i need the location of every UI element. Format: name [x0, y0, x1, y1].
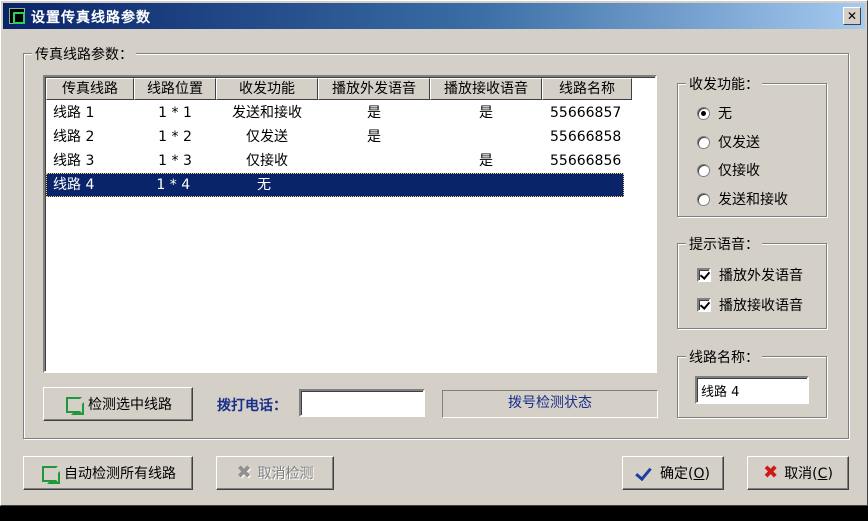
column-header-position[interactable]: 线路位置	[134, 78, 216, 100]
title-bar[interactable]: 设置传真线路参数 ✕	[3, 3, 865, 29]
cell-line: 线路 3	[53, 153, 95, 169]
radio-function-none[interactable]: 无	[697, 103, 732, 123]
checkbox-outgoing-voice-box[interactable]	[697, 268, 711, 282]
voice-prompt-label: 提示语音：	[686, 234, 762, 254]
table-row[interactable]: 线路 1 1 * 1 发送和接收 是 是 55666857	[46, 101, 632, 125]
cell-incoming-voice	[425, 173, 535, 197]
cell-line: 线路 1	[53, 105, 95, 121]
detect-selected-line-button[interactable]: 检测选中线路	[43, 387, 193, 421]
column-header-outgoing-voice[interactable]: 播放外发语音	[318, 78, 430, 100]
cancel-button[interactable]: ✖ 取消(C)	[747, 456, 849, 490]
close-button[interactable]: ✕	[843, 7, 861, 25]
cell-line-name: 55666857	[550, 105, 622, 121]
checkmark-icon	[636, 464, 654, 482]
line-name-input[interactable]	[695, 376, 809, 404]
column-header-incoming-voice[interactable]: 播放接收语音	[430, 78, 542, 100]
radio-send-only-label: 仅发送	[718, 135, 760, 151]
dial-phone-input[interactable]	[299, 389, 425, 417]
radio-none-dot[interactable]	[697, 106, 710, 120]
table-row[interactable]: 线路 2 1 * 2 仅发送 是 55666858	[46, 125, 632, 149]
radio-none-label: 无	[718, 106, 732, 122]
fax-line-settings-dialog: 设置传真线路参数 ✕ 传真线路参数： 传真线路 线路位置 收发功能 播放外发语音…	[0, 0, 868, 506]
auto-detect-all-label: 自动检测所有线路	[64, 466, 176, 482]
column-header-line-name[interactable]: 线路名称	[542, 78, 632, 100]
table-row-selected[interactable]: 线路 4 1 * 4 无	[46, 173, 624, 197]
radio-send-receive-dot[interactable]	[697, 192, 710, 206]
table-row[interactable]: 线路 3 1 * 3 仅接收 是 55666856	[46, 149, 632, 173]
cell-line: 线路 2	[53, 129, 95, 145]
checkbox-incoming-voice[interactable]: 播放接收语音	[697, 295, 803, 315]
radio-function-send-only[interactable]: 仅发送	[697, 132, 760, 152]
column-header-function[interactable]: 收发功能	[216, 78, 318, 100]
detect-selected-line-label: 检测选中线路	[88, 397, 172, 413]
function-group-label: 收发功能：	[686, 74, 762, 94]
cell-position: 1 * 4	[156, 177, 191, 193]
network-icon	[40, 464, 60, 484]
cell-position: 1 * 2	[158, 129, 192, 145]
cell-function: 无	[256, 177, 271, 193]
voice-prompt-group: 提示语音：	[677, 234, 827, 329]
cancel-detect-label: 取消检测	[257, 466, 314, 482]
cell-incoming-voice	[430, 125, 542, 149]
cell-outgoing-voice	[314, 173, 424, 197]
cell-function: 仅发送	[246, 129, 288, 145]
table-body: 线路 1 1 * 1 发送和接收 是 是 55666857 线路 2 1 * 2…	[46, 101, 632, 197]
cell-incoming-voice: 是	[479, 153, 493, 169]
radio-receive-only-dot[interactable]	[697, 163, 710, 177]
cell-position: 1 * 1	[158, 105, 192, 121]
network-icon	[64, 395, 84, 415]
cancel-x-icon: ✖	[236, 462, 252, 483]
cell-line-name: 55666856	[550, 153, 622, 169]
cell-incoming-voice: 是	[479, 105, 493, 121]
column-header-line[interactable]: 传真线路	[46, 78, 134, 100]
cell-position: 1 * 3	[158, 153, 192, 169]
cell-line: 线路 4	[53, 177, 95, 193]
radio-function-receive-only[interactable]: 仅接收	[697, 160, 760, 180]
radio-function-send-receive[interactable]: 发送和接收	[697, 189, 788, 209]
cell-outgoing-voice: 是	[367, 129, 381, 145]
window-title: 设置传真线路参数	[31, 10, 151, 26]
cancel-detect-button[interactable]: ✖ 取消检测	[216, 456, 334, 490]
line-name-group-label: 线路名称：	[686, 347, 762, 367]
cancel-label: 取消(C)	[784, 466, 833, 482]
checkbox-outgoing-voice[interactable]: 播放外发语音	[697, 265, 803, 285]
radio-receive-only-label: 仅接收	[718, 163, 760, 179]
checkbox-outgoing-voice-label: 播放外发语音	[719, 268, 803, 284]
fax-line-params-label: 传真线路参数：	[32, 44, 136, 64]
cell-outgoing-voice	[318, 149, 430, 173]
fax-line-table[interactable]: 传真线路 线路位置 收发功能 播放外发语音 播放接收语音 线路名称 线路 1 1…	[43, 75, 657, 373]
radio-send-only-dot[interactable]	[697, 135, 710, 149]
auto-detect-all-button[interactable]: 自动检测所有线路	[23, 456, 193, 490]
ok-button[interactable]: 确定(O)	[622, 456, 724, 490]
cell-function: 发送和接收	[232, 105, 302, 121]
ok-label: 确定(O)	[660, 466, 710, 482]
cell-line-name	[535, 173, 624, 197]
cell-outgoing-voice: 是	[367, 105, 381, 121]
dial-phone-label: 拨打电话：	[217, 398, 287, 414]
cell-function: 仅接收	[246, 153, 288, 169]
radio-send-receive-label: 发送和接收	[718, 192, 788, 208]
cell-line-name: 55666858	[550, 129, 622, 145]
checkbox-incoming-voice-box[interactable]	[697, 298, 711, 312]
checkbox-incoming-voice-label: 播放接收语音	[719, 298, 803, 314]
app-icon	[9, 8, 25, 24]
dial-status-display: 拨号检测状态	[442, 390, 658, 418]
close-x-icon: ✖	[763, 462, 779, 483]
table-header: 传真线路 线路位置 收发功能 播放外发语音 播放接收语音 线路名称	[46, 78, 632, 100]
